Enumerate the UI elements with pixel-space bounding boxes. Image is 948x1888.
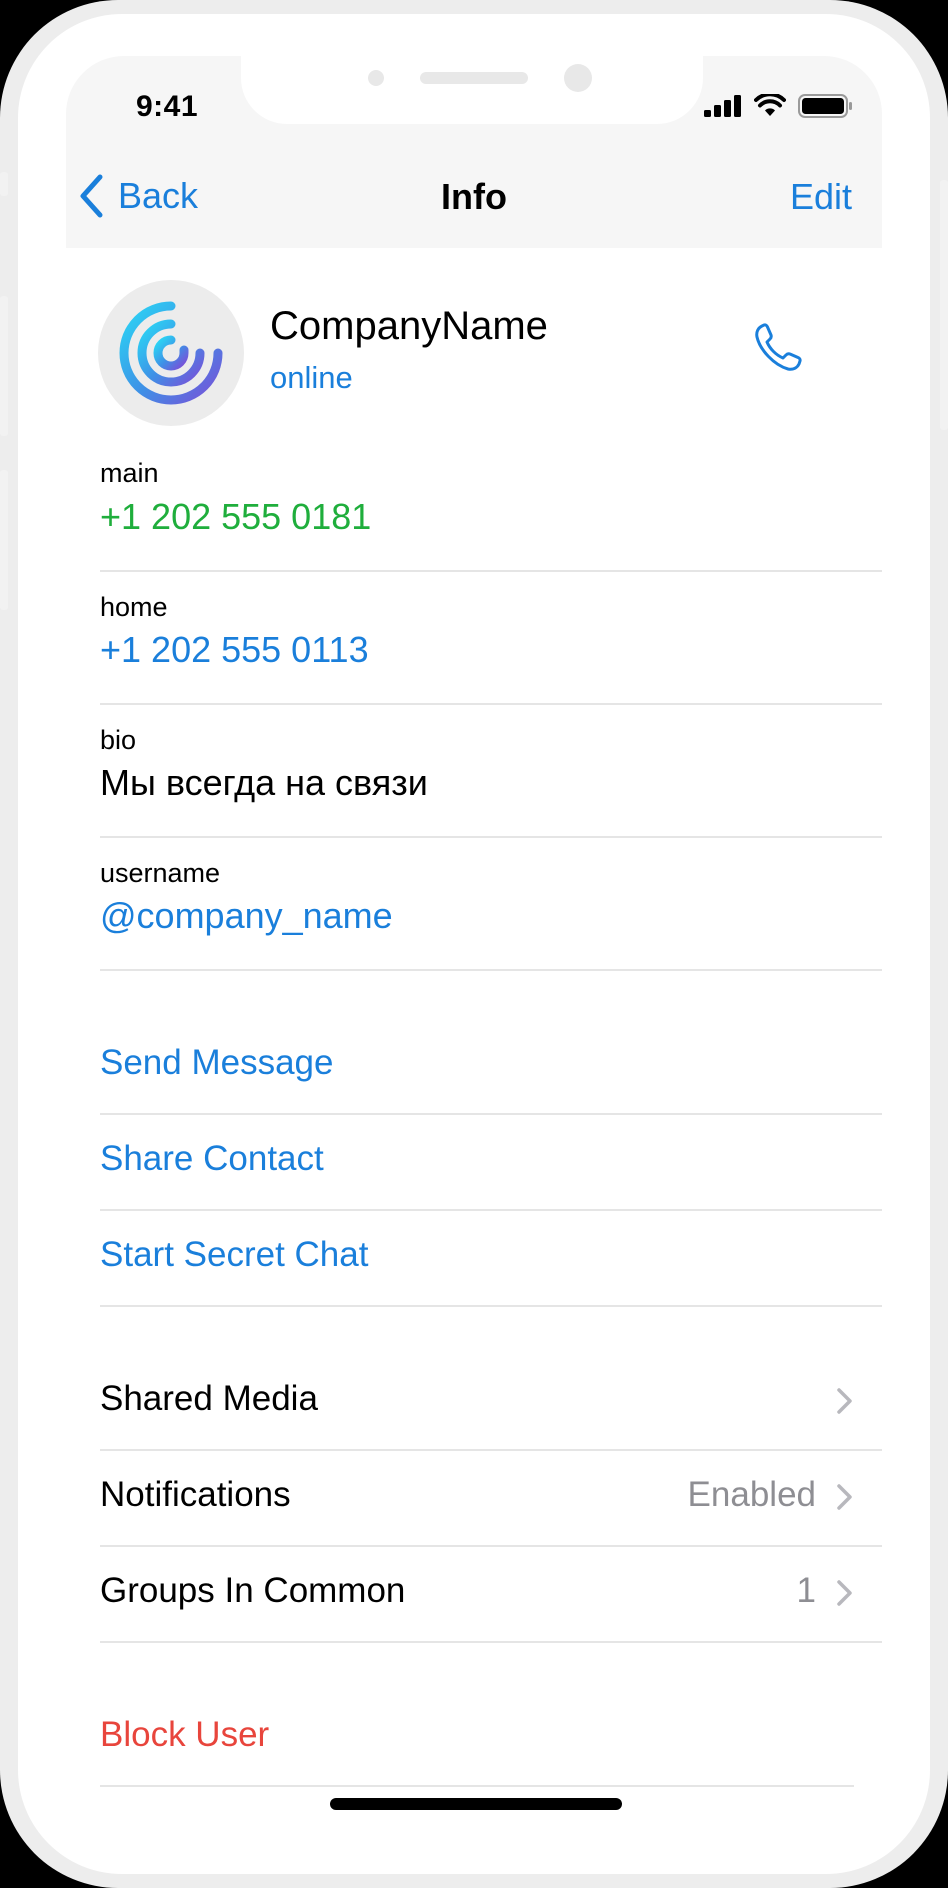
side-button-volume-down: [0, 470, 8, 610]
share-contact-button[interactable]: Share Contact: [100, 1115, 882, 1211]
chevron-right-icon: [837, 1388, 852, 1414]
groups-count: 1: [796, 1571, 816, 1610]
field-label: main: [100, 458, 159, 488]
menu-label: Groups In Common: [100, 1571, 406, 1610]
notch: [241, 56, 703, 124]
status-icons: [704, 94, 854, 118]
shared-media-row[interactable]: Shared Media: [100, 1355, 882, 1451]
speaker: [420, 72, 528, 84]
notifications-value: Enabled: [687, 1475, 816, 1514]
action-label: Share Contact: [100, 1139, 324, 1178]
side-button-volume-up: [0, 296, 8, 436]
battery-icon: [798, 94, 852, 118]
field-label: username: [100, 858, 221, 888]
avatar[interactable]: [98, 280, 244, 426]
field-row-main: main +1 202 555 0181: [100, 438, 882, 572]
block-user-button[interactable]: Block User: [100, 1691, 854, 1787]
app-screen: 9:41 Back Info Edit CompanyName online m…: [66, 56, 882, 1888]
home-indicator[interactable]: [330, 1798, 622, 1810]
bio-text: Мы всегда на связи: [100, 762, 428, 803]
field-row-username: username @company_name: [100, 836, 882, 971]
edit-button[interactable]: Edit: [790, 176, 852, 218]
wifi-icon: [754, 94, 786, 116]
action-label: Send Message: [100, 1043, 334, 1082]
field-label: bio: [100, 725, 137, 755]
phone-home-link[interactable]: +1 202 555 0113: [100, 629, 369, 671]
profile-name: CompanyName: [270, 304, 548, 348]
field-row-bio: bio Мы всегда на связи: [100, 703, 882, 838]
profile-header: CompanyName online: [98, 280, 882, 430]
notifications-row[interactable]: Notifications Enabled: [100, 1451, 882, 1547]
field-label: home: [100, 592, 168, 622]
camera: [564, 64, 592, 92]
field-row-home: home +1 202 555 0113: [100, 570, 882, 705]
nav-header: 9:41 Back Info Edit: [66, 56, 882, 248]
menu-label: Shared Media: [100, 1379, 318, 1418]
start-secret-chat-button[interactable]: Start Secret Chat: [100, 1211, 882, 1307]
profile-status: online: [270, 360, 353, 395]
groups-in-common-row[interactable]: Groups In Common 1: [100, 1547, 882, 1643]
menu-label: Notifications: [100, 1475, 291, 1514]
side-button-power: [940, 180, 948, 430]
sensor: [368, 70, 384, 86]
signal-icon: [704, 95, 741, 117]
phone-icon[interactable]: [748, 318, 808, 378]
chevron-right-icon: [837, 1484, 852, 1510]
phone-main-link[interactable]: +1 202 555 0181: [100, 496, 371, 538]
side-button-mute: [0, 172, 8, 196]
company-logo: [119, 301, 223, 405]
status-time: 9:41: [136, 90, 199, 123]
chevron-right-icon: [837, 1580, 852, 1606]
page-title: Info: [441, 176, 507, 217]
username-link[interactable]: @company_name: [100, 895, 393, 937]
action-label: Start Secret Chat: [100, 1235, 369, 1274]
send-message-button[interactable]: Send Message: [100, 1019, 882, 1115]
block-user-label: Block User: [100, 1715, 270, 1754]
